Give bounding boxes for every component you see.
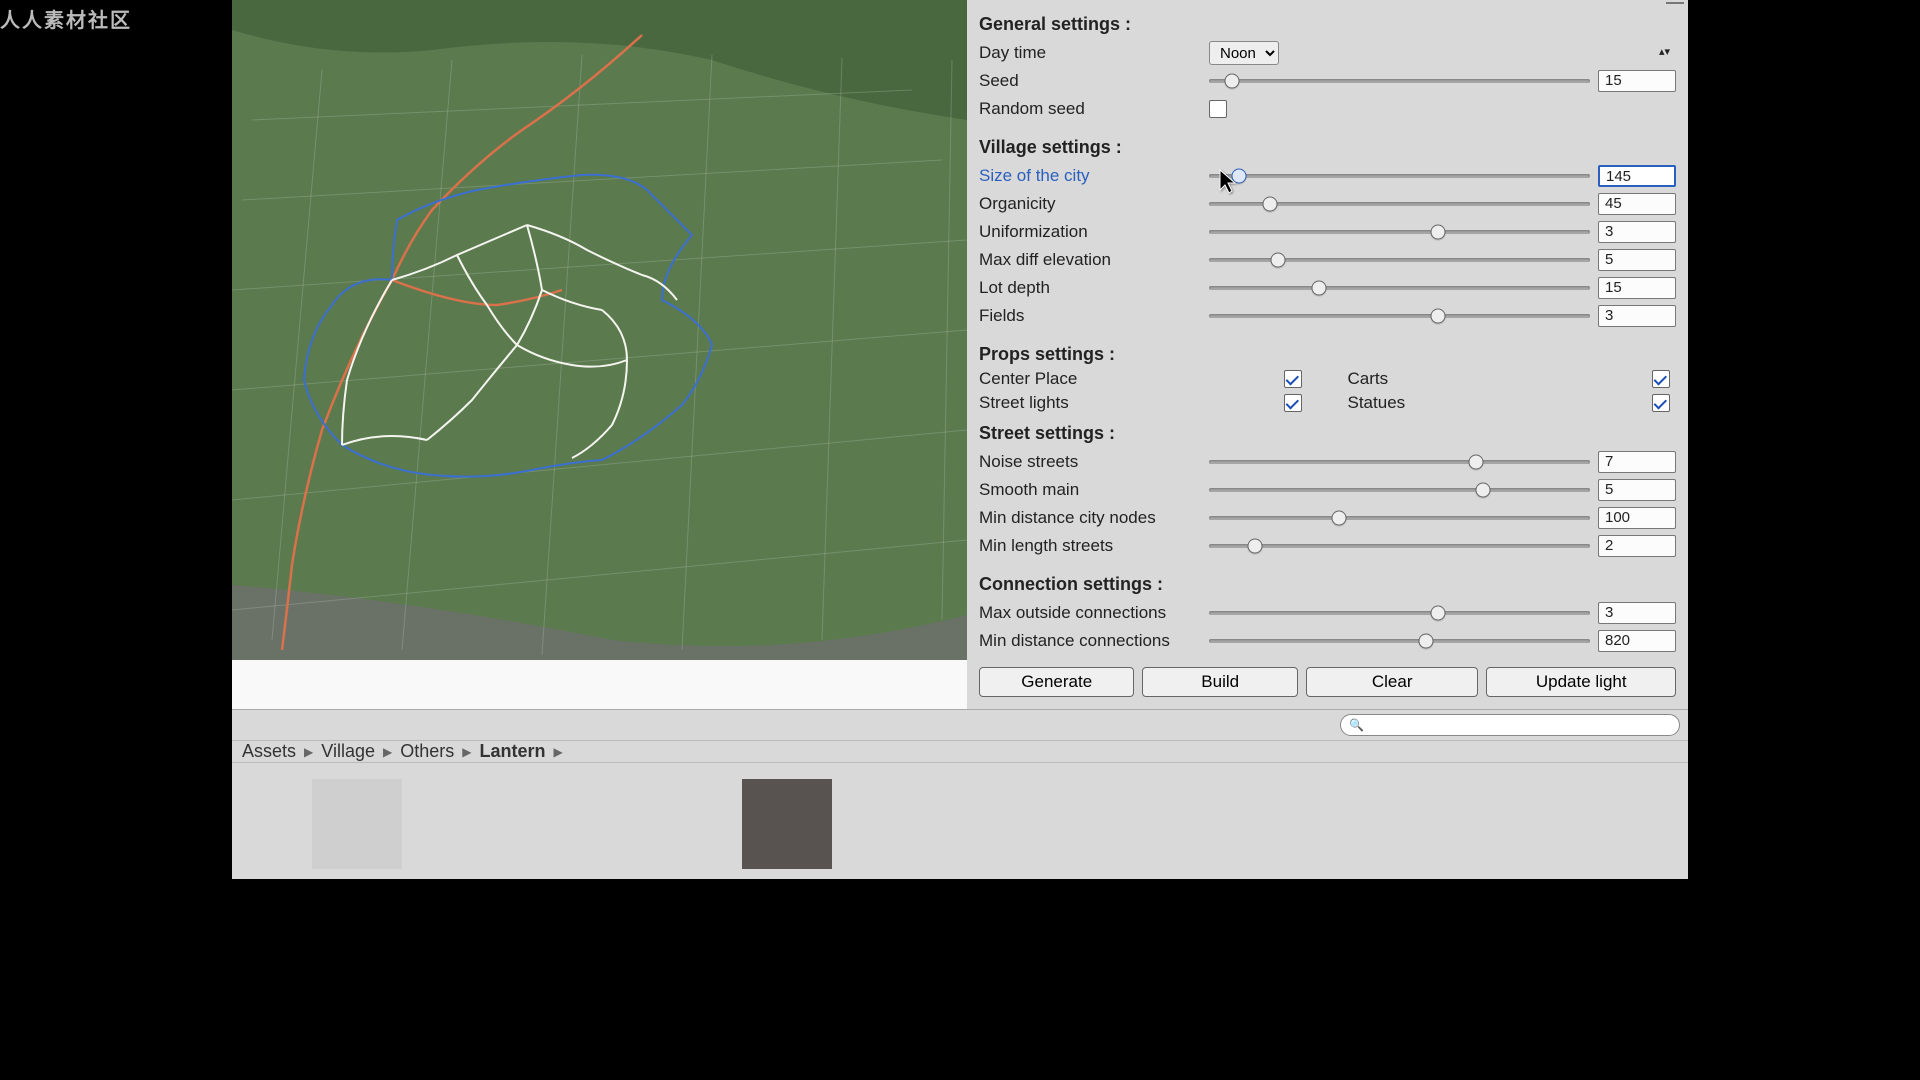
street-lights-label: Street lights xyxy=(979,393,1284,413)
carts-label: Carts xyxy=(1348,369,1653,389)
noise-streets-label: Noise streets xyxy=(979,452,1209,472)
project-toolbar: 🔍 xyxy=(232,710,1688,740)
connection-section-title: Connection settings : xyxy=(979,574,1676,595)
village-section-title: Village settings : xyxy=(979,137,1676,158)
panel-grip-icon[interactable] xyxy=(1666,0,1684,4)
min-distance-connections-label: Min distance connections xyxy=(979,631,1209,651)
app-frame: General settings : Day time Noon ▴▾ Seed xyxy=(232,0,1688,820)
breadcrumb-item-current[interactable]: Lantern xyxy=(479,741,545,762)
fields-slider[interactable] xyxy=(1209,307,1590,325)
search-icon: 🔍 xyxy=(1349,718,1364,732)
lot-depth-slider[interactable] xyxy=(1209,279,1590,297)
smooth-main-input[interactable]: 5 xyxy=(1598,479,1676,501)
min-distance-connections-slider[interactable] xyxy=(1209,632,1590,650)
general-section-title: General settings : xyxy=(979,14,1676,35)
seed-input[interactable]: 15 xyxy=(1598,70,1676,92)
min-distance-connections-input[interactable]: 820 xyxy=(1598,630,1676,652)
random-seed-checkbox[interactable] xyxy=(1209,100,1227,118)
seed-slider[interactable] xyxy=(1209,72,1590,90)
max-diff-elevation-label: Max diff elevation xyxy=(979,250,1209,270)
breadcrumb-item[interactable]: Assets xyxy=(242,741,296,762)
seed-label: Seed xyxy=(979,71,1209,91)
asset-tile[interactable] xyxy=(312,779,402,869)
chevron-right-icon: ▶ xyxy=(462,745,471,759)
max-diff-elevation-input[interactable]: 5 xyxy=(1598,249,1676,271)
day-time-select[interactable]: Noon xyxy=(1209,41,1279,65)
min-dist-city-nodes-input[interactable]: 100 xyxy=(1598,507,1676,529)
min-dist-city-nodes-label: Min distance city nodes xyxy=(979,508,1209,528)
scene-viewport[interactable] xyxy=(232,0,967,660)
project-search-input[interactable]: 🔍 xyxy=(1340,714,1680,736)
min-length-streets-label: Min length streets xyxy=(979,536,1209,556)
fields-input[interactable]: 3 xyxy=(1598,305,1676,327)
street-lights-checkbox[interactable] xyxy=(1284,394,1302,412)
build-button[interactable]: Build xyxy=(1142,667,1297,697)
breadcrumb-item[interactable]: Others xyxy=(400,741,454,762)
asset-tile[interactable] xyxy=(742,779,832,869)
assets-grid[interactable] xyxy=(232,763,1688,879)
scene-canvas xyxy=(232,0,967,660)
noise-streets-slider[interactable] xyxy=(1209,453,1590,471)
center-place-label: Center Place xyxy=(979,369,1284,389)
street-section-title: Street settings : xyxy=(979,423,1676,444)
smooth-main-label: Smooth main xyxy=(979,480,1209,500)
organicity-slider[interactable] xyxy=(1209,195,1590,213)
update-light-button[interactable]: Update light xyxy=(1486,667,1676,697)
min-length-streets-input[interactable]: 2 xyxy=(1598,535,1676,557)
max-outside-connections-label: Max outside connections xyxy=(979,603,1209,623)
size-city-label: Size of the city xyxy=(979,166,1209,186)
organicity-label: Organicity xyxy=(979,194,1209,214)
generate-button[interactable]: Generate xyxy=(979,667,1134,697)
organicity-input[interactable]: 45 xyxy=(1598,193,1676,215)
props-section-title: Props settings : xyxy=(979,344,1676,365)
noise-streets-input[interactable]: 7 xyxy=(1598,451,1676,473)
uniformization-input[interactable]: 3 xyxy=(1598,221,1676,243)
breadcrumb: Assets ▶ Village ▶ Others ▶ Lantern ▶ xyxy=(232,740,1688,763)
chevron-right-icon: ▶ xyxy=(554,745,563,759)
main-area: General settings : Day time Noon ▴▾ Seed xyxy=(232,0,1688,709)
lot-depth-label: Lot depth xyxy=(979,278,1209,298)
project-browser: 🔍 Assets ▶ Village ▶ Others ▶ Lantern ▶ xyxy=(232,709,1688,869)
statues-checkbox[interactable] xyxy=(1652,394,1670,412)
size-city-slider[interactable] xyxy=(1209,167,1590,185)
center-place-checkbox[interactable] xyxy=(1284,370,1302,388)
chevron-right-icon: ▶ xyxy=(304,745,313,759)
min-dist-city-nodes-slider[interactable] xyxy=(1209,509,1590,527)
max-outside-connections-input[interactable]: 3 xyxy=(1598,602,1676,624)
inspector-panel: General settings : Day time Noon ▴▾ Seed xyxy=(967,0,1688,709)
statues-label: Statues xyxy=(1348,393,1653,413)
max-diff-elevation-slider[interactable] xyxy=(1209,251,1590,269)
size-city-input[interactable]: 145 xyxy=(1598,165,1676,187)
breadcrumb-item[interactable]: Village xyxy=(321,741,375,762)
day-time-label: Day time xyxy=(979,43,1209,63)
min-length-streets-slider[interactable] xyxy=(1209,537,1590,555)
smooth-main-slider[interactable] xyxy=(1209,481,1590,499)
clear-button[interactable]: Clear xyxy=(1306,667,1479,697)
chevron-right-icon: ▶ xyxy=(383,745,392,759)
carts-checkbox[interactable] xyxy=(1652,370,1670,388)
uniformization-label: Uniformization xyxy=(979,222,1209,242)
random-seed-label: Random seed xyxy=(979,99,1209,119)
lot-depth-input[interactable]: 15 xyxy=(1598,277,1676,299)
watermark-text: 人人素材社区 xyxy=(0,4,132,33)
max-outside-connections-slider[interactable] xyxy=(1209,604,1590,622)
chevron-updown-icon: ▴▾ xyxy=(1659,45,1670,58)
fields-label: Fields xyxy=(979,306,1209,326)
uniformization-slider[interactable] xyxy=(1209,223,1590,241)
